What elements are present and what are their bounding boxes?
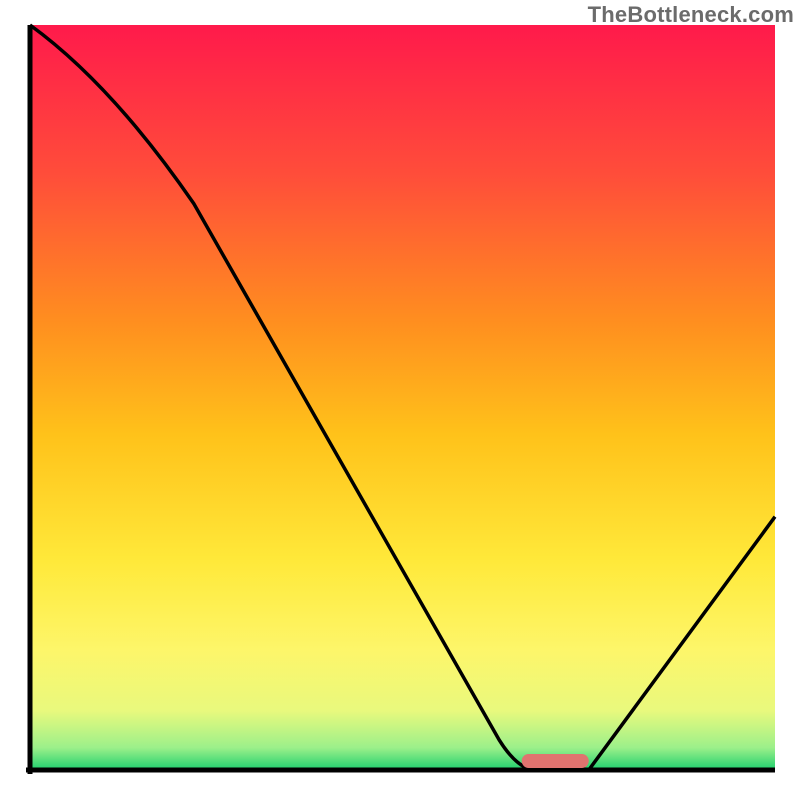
bottleneck-chart: [0, 0, 800, 800]
watermark-text: TheBottleneck.com: [588, 2, 794, 28]
optimal-marker: [522, 754, 589, 768]
plot-background: [30, 25, 775, 770]
chart-container: TheBottleneck.com: [0, 0, 800, 800]
